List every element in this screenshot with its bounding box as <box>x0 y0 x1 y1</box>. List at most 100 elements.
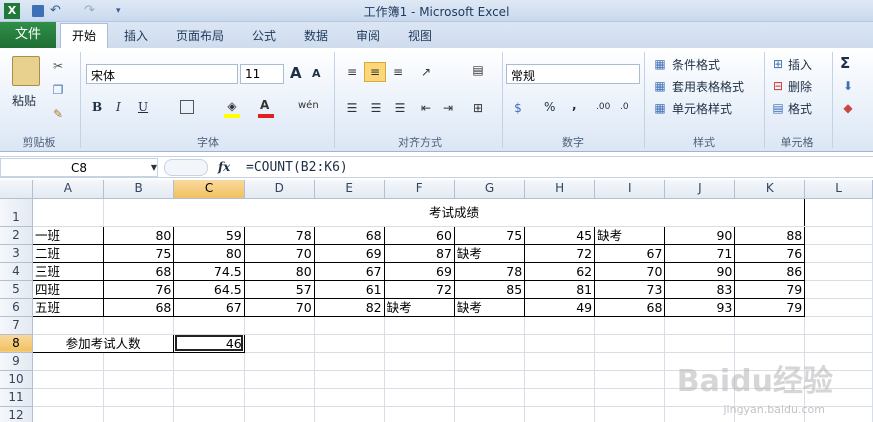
phonetic-button[interactable]: wén <box>298 100 319 111</box>
merge-center-icon[interactable]: ⊞ <box>470 100 486 116</box>
cell[interactable] <box>173 316 245 335</box>
format-as-table-button[interactable]: 套用表格格式 <box>672 78 744 95</box>
cell-styles-icon[interactable]: ▦ <box>652 100 668 116</box>
score-cell[interactable]: 76 <box>102 279 175 299</box>
score-cell[interactable]: 85 <box>453 279 526 299</box>
cell[interactable] <box>804 298 873 317</box>
row-header[interactable]: 1 <box>0 198 33 227</box>
cell[interactable] <box>244 316 315 335</box>
cell[interactable] <box>244 334 315 353</box>
score-cell[interactable]: 81 <box>524 279 596 299</box>
score-cell[interactable]: 64.5 <box>173 279 245 299</box>
column-header-b[interactable]: B <box>103 180 175 199</box>
column-header-g[interactable]: G <box>454 180 526 199</box>
comma-button[interactable]: , <box>572 98 577 112</box>
class-name-cell[interactable]: 二班 <box>31 243 104 263</box>
score-cell[interactable]: 59 <box>173 225 245 245</box>
score-cell[interactable]: 80 <box>173 243 245 263</box>
row-header[interactable]: 9 <box>0 352 33 371</box>
cut-icon[interactable]: ✂ <box>50 58 66 74</box>
cell[interactable] <box>734 334 806 353</box>
formula-bar-splitter[interactable] <box>164 159 208 176</box>
tab-file[interactable]: 文件 <box>0 22 56 48</box>
align-bottom-icon[interactable]: ≡ <box>390 64 406 80</box>
accounting-format-icon[interactable]: $ <box>510 100 526 116</box>
italic-button[interactable]: I <box>116 100 121 114</box>
insert-function-button[interactable]: fx <box>218 160 230 174</box>
format-cells-button[interactable]: 格式 <box>788 100 812 117</box>
score-cell[interactable]: 60 <box>383 225 455 245</box>
tab-insert[interactable]: 插入 <box>124 27 148 44</box>
score-cell[interactable]: 87 <box>383 243 455 263</box>
score-cell[interactable]: 49 <box>524 297 596 317</box>
format-cells-icon[interactable]: ▤ <box>770 100 786 116</box>
align-middle-icon[interactable]: ≡ <box>364 62 386 82</box>
fill-color-icon[interactable]: ◈ <box>224 98 240 114</box>
cell-styles-button[interactable]: 单元格样式 <box>672 100 732 117</box>
tab-data[interactable]: 数据 <box>304 27 328 44</box>
cell[interactable] <box>31 197 104 227</box>
shrink-font-button[interactable]: A <box>312 67 321 80</box>
autosum-button[interactable]: Σ <box>840 54 850 72</box>
cell[interactable] <box>804 244 873 263</box>
row-header[interactable]: 12 <box>0 406 33 422</box>
cell[interactable] <box>664 334 736 353</box>
score-cell[interactable]: 45 <box>524 225 596 245</box>
align-center-icon[interactable]: ☰ <box>368 100 384 116</box>
score-cell[interactable]: 70 <box>243 297 315 317</box>
score-cell[interactable]: 67 <box>313 261 385 281</box>
score-cell[interactable]: 67 <box>594 243 666 263</box>
clear-icon[interactable]: ◆ <box>840 100 856 116</box>
score-cell[interactable]: 90 <box>664 261 736 281</box>
name-box-dropdown-icon[interactable]: ▼ <box>146 160 162 176</box>
paste-button[interactable]: 粘贴 <box>12 92 36 109</box>
cell[interactable] <box>664 316 736 335</box>
tab-view[interactable]: 视图 <box>408 27 432 44</box>
cell[interactable] <box>32 316 104 335</box>
score-cell[interactable]: 80 <box>243 261 315 281</box>
score-cell[interactable]: 70 <box>594 261 666 281</box>
score-cell[interactable]: 缺考 <box>594 225 666 245</box>
column-header-i[interactable]: I <box>594 180 666 199</box>
class-name-cell[interactable]: 五班 <box>31 297 104 317</box>
bold-button[interactable]: B <box>92 100 102 114</box>
score-cell[interactable]: 71 <box>664 243 736 263</box>
cell[interactable] <box>804 262 873 281</box>
cell[interactable] <box>804 280 873 299</box>
score-cell[interactable]: 68 <box>102 297 175 317</box>
score-cell[interactable]: 79 <box>734 297 806 317</box>
cell[interactable] <box>734 316 806 335</box>
align-top-icon[interactable]: ≡ <box>344 64 360 80</box>
score-cell[interactable]: 70 <box>243 243 315 263</box>
column-header-f[interactable]: F <box>384 180 455 199</box>
column-header-d[interactable]: D <box>244 180 315 199</box>
cell[interactable] <box>804 226 873 245</box>
tab-home[interactable]: 开始 <box>60 23 108 49</box>
count-label-cell[interactable]: 参加考试人数 <box>31 333 175 353</box>
column-header-l[interactable]: L <box>804 180 873 199</box>
percent-button[interactable]: % <box>544 100 555 114</box>
format-as-table-icon[interactable]: ▦ <box>652 78 668 94</box>
cell[interactable] <box>594 334 666 353</box>
score-cell[interactable]: 75 <box>102 243 175 263</box>
cell[interactable] <box>524 316 596 335</box>
score-cell[interactable]: 79 <box>734 279 806 299</box>
paste-icon[interactable] <box>12 56 40 86</box>
wrap-text-icon[interactable]: ▤ <box>470 62 486 78</box>
score-cell[interactable]: 72 <box>383 279 455 299</box>
cell[interactable] <box>314 334 385 353</box>
column-header-c[interactable]: C <box>173 180 245 199</box>
score-cell[interactable]: 82 <box>313 297 385 317</box>
score-cell[interactable]: 80 <box>102 225 175 245</box>
score-cell[interactable]: 75 <box>453 225 526 245</box>
score-cell[interactable]: 68 <box>313 225 385 245</box>
score-cell[interactable]: 缺考 <box>383 297 455 317</box>
borders-icon[interactable] <box>180 100 194 114</box>
score-cell[interactable]: 73 <box>594 279 666 299</box>
score-cell[interactable]: 61 <box>313 279 385 299</box>
score-cell[interactable]: 88 <box>734 225 806 245</box>
row-header[interactable]: 11 <box>0 388 33 407</box>
class-name-cell[interactable]: 四班 <box>31 279 104 299</box>
insert-cells-button[interactable]: 插入 <box>788 56 812 73</box>
increase-decimal-button[interactable]: .00 <box>596 102 610 112</box>
